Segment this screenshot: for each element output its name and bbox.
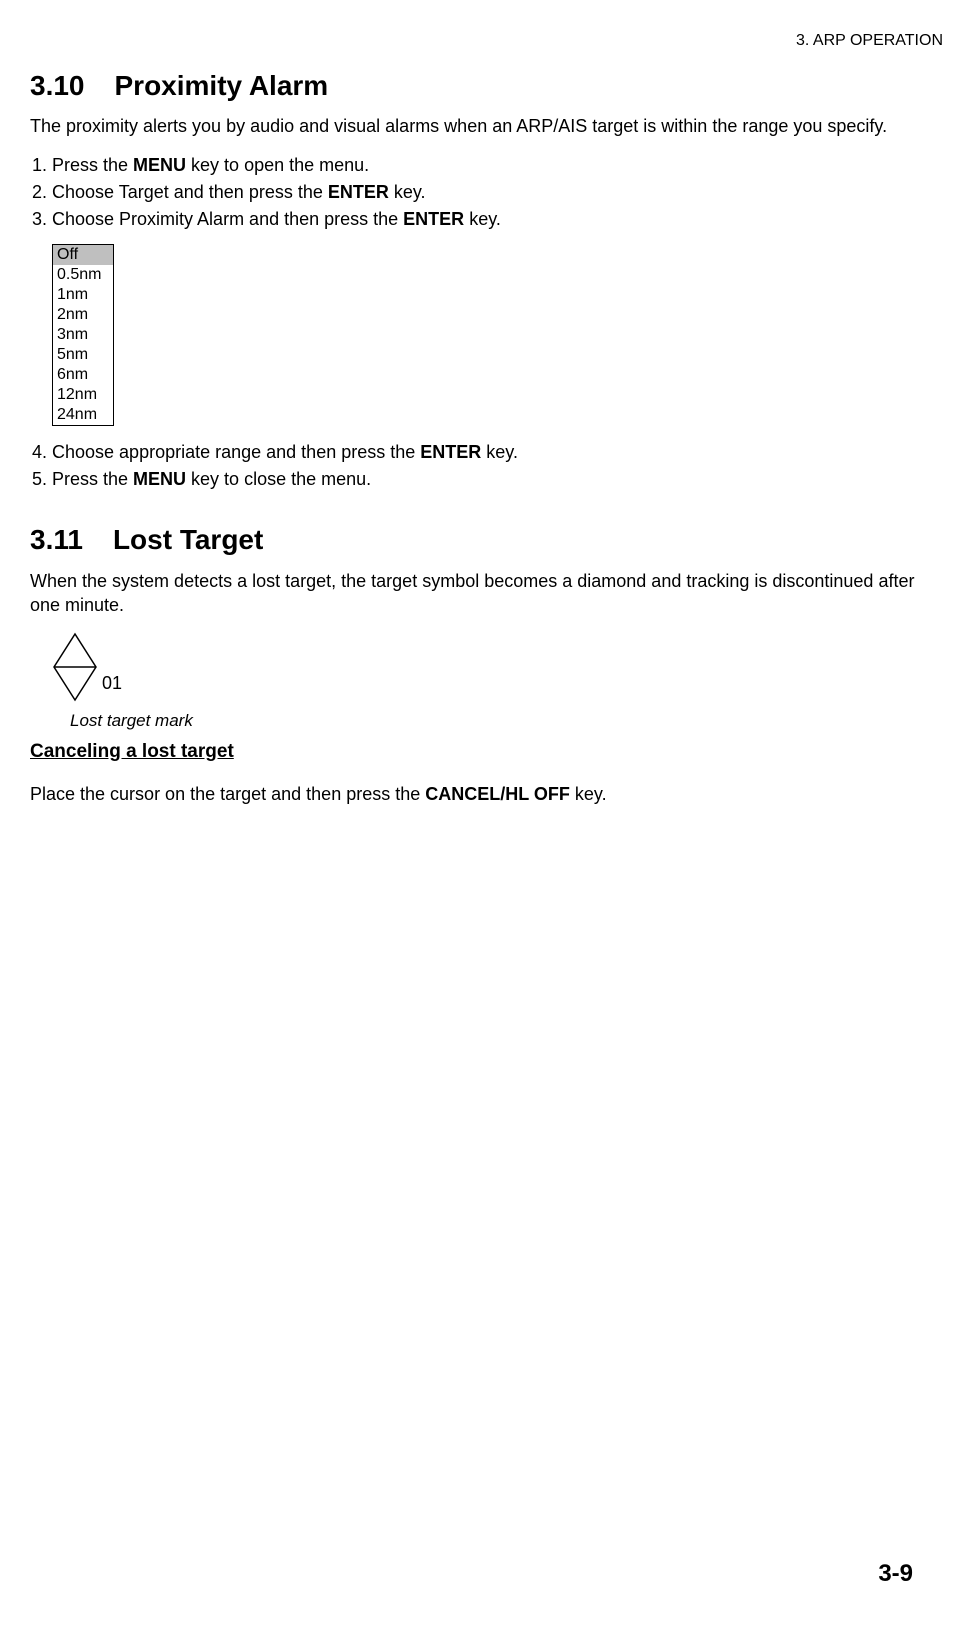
step-2: Choose Target and then press the ENTER k… [52,180,943,204]
section-3-10-intro: The proximity alerts you by audio and vi… [30,114,943,138]
step-5: Press the MENU key to close the menu. [52,467,943,491]
step-text: key. [464,209,501,229]
section-number: 3.11 [30,524,83,555]
body-bold: CANCEL/HL OFF [425,784,570,804]
step-text: key to open the menu. [186,155,369,175]
page: 3. ARP OPERATION 3.10 Proximity Alarm The… [30,30,943,1610]
step-text: key. [389,182,426,202]
lost-target-figure: 01 [52,632,943,702]
step-bold: MENU [133,469,186,489]
body-text: key. [570,784,607,804]
diamond-icon [52,632,98,702]
step-text: Choose Proximity Alarm and then press th… [52,209,403,229]
section-name: Lost Target [113,524,263,555]
menu-item: 5nm [53,345,113,365]
step-bold: ENTER [420,442,481,462]
step-bold: ENTER [403,209,464,229]
steps-list-1: Press the MENU key to open the menu. Cho… [30,153,943,232]
menu-item: 2nm [53,305,113,325]
section-3-10-title: 3.10 Proximity Alarm [30,67,943,105]
section-number: 3.10 [30,70,85,101]
step-text: Press the [52,469,133,489]
body-text: Place the cursor on the target and then … [30,784,425,804]
step-bold: MENU [133,155,186,175]
menu-item: 0.5nm [53,265,113,285]
section-3-11-intro: When the system detects a lost target, t… [30,569,943,618]
cancel-lost-target-heading: Canceling a lost target [30,739,943,765]
section-3-11-title: 3.11 Lost Target [30,521,943,559]
menu-item: 1nm [53,285,113,305]
cancel-lost-target-body: Place the cursor on the target and then … [30,782,943,806]
menu-item: 12nm [53,385,113,405]
step-text: Press the [52,155,133,175]
step-text: key to close the menu. [186,469,371,489]
step-text: Choose Target and then press the [52,182,328,202]
menu-item: 3nm [53,325,113,345]
menu-item: 6nm [53,365,113,385]
step-bold: ENTER [328,182,389,202]
range-options-menu: Off 0.5nm 1nm 2nm 3nm 5nm 6nm 12nm 24nm [52,244,114,426]
page-number: 3-9 [878,1558,913,1590]
figure-caption: Lost target mark [70,710,943,733]
menu-item-off: Off [53,245,113,265]
step-4: Choose appropriate range and then press … [52,440,943,464]
step-1: Press the MENU key to open the menu. [52,153,943,177]
section-name: Proximity Alarm [115,70,329,101]
diamond-label: 01 [102,671,122,695]
chapter-header: 3. ARP OPERATION [30,30,943,52]
menu-item: 24nm [53,405,113,425]
step-text: Choose appropriate range and then press … [52,442,420,462]
step-3: Choose Proximity Alarm and then press th… [52,207,943,231]
step-text: key. [481,442,518,462]
steps-list-2: Choose appropriate range and then press … [30,440,943,492]
